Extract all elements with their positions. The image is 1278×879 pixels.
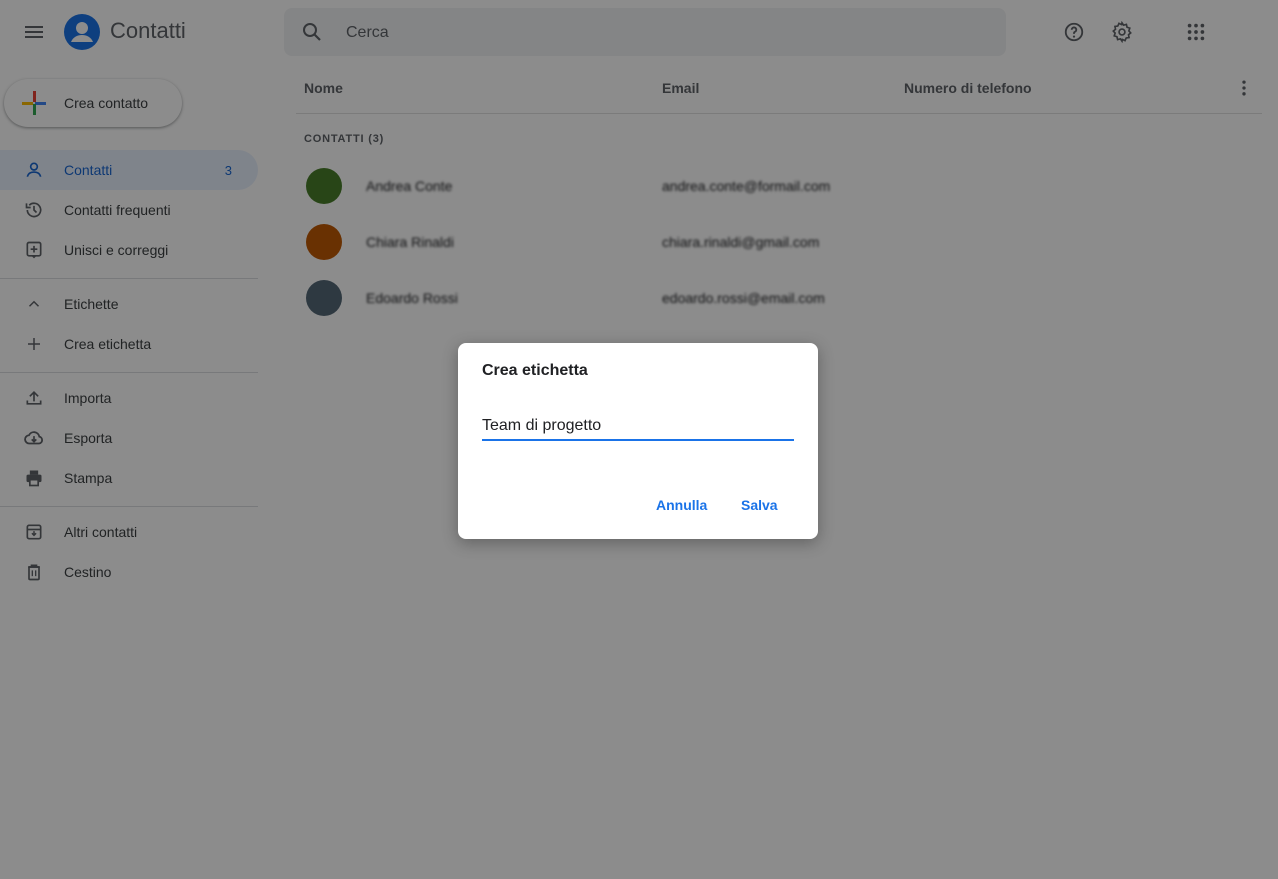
label-name-input[interactable] bbox=[482, 413, 794, 441]
create-label-dialog: Crea etichetta Annulla Salva bbox=[458, 343, 818, 539]
save-button[interactable]: Salva bbox=[733, 491, 786, 519]
cancel-button[interactable]: Annulla bbox=[648, 491, 715, 519]
dialog-title: Crea etichetta bbox=[482, 362, 588, 379]
